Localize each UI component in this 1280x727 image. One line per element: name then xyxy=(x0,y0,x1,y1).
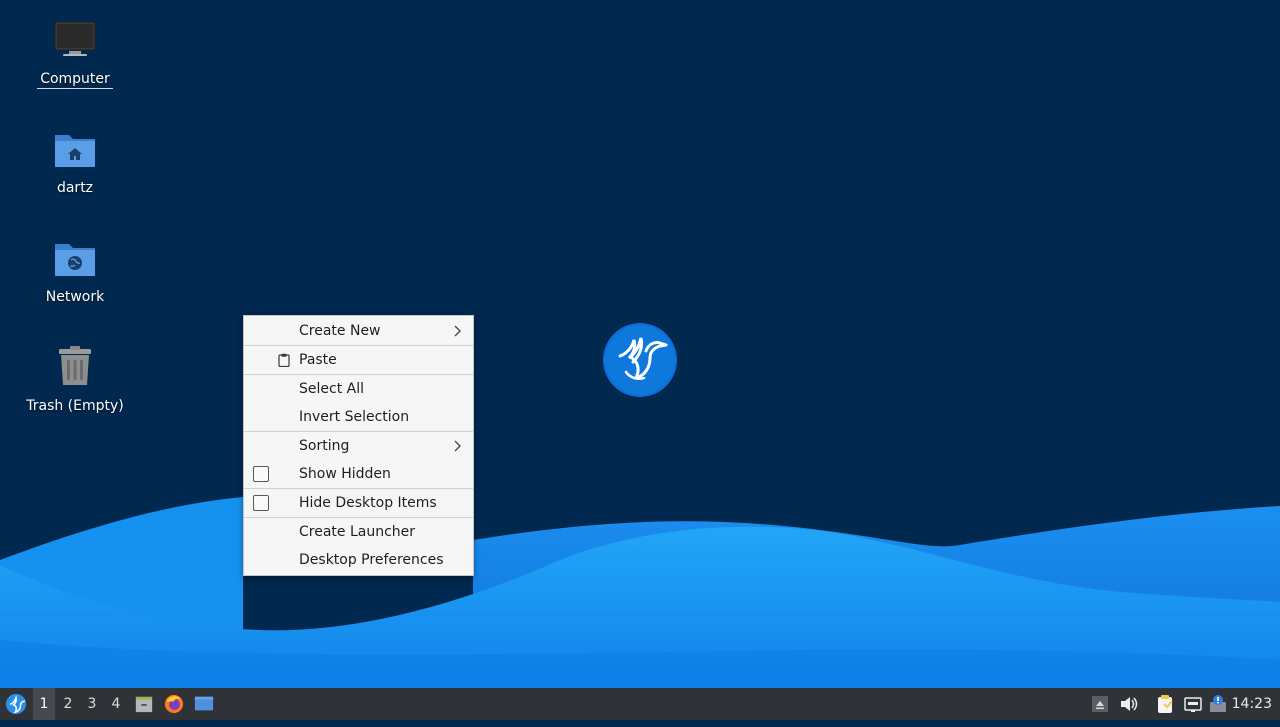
workspace-2-button[interactable]: 2 xyxy=(57,688,79,720)
menu-item-show-hidden[interactable]: Show Hidden xyxy=(244,460,473,488)
workspace-4-button[interactable]: 4 xyxy=(105,688,127,720)
clipboard-icon xyxy=(278,353,290,367)
start-menu-icon xyxy=(5,693,27,715)
taskbar: 1 2 3 4 14:23 xyxy=(0,688,1280,720)
home-folder-icon xyxy=(55,135,95,167)
menu-item-desktop-preferences[interactable]: Desktop Preferences xyxy=(244,546,473,574)
workspace-label: 4 xyxy=(111,696,121,712)
workspace-label: 1 xyxy=(39,696,49,712)
menu-item-label: Create Launcher xyxy=(299,524,416,540)
computer-icon xyxy=(54,21,96,56)
workspace-3-button[interactable]: 3 xyxy=(81,688,103,720)
network-folder-icon xyxy=(55,244,95,276)
hide-desktop-items-checkbox[interactable] xyxy=(253,495,269,511)
menu-item-label: Paste xyxy=(299,352,337,368)
chevron-right-icon xyxy=(454,325,461,337)
trash-icon xyxy=(59,346,91,385)
menu-item-label: Sorting xyxy=(299,438,350,454)
desktop-icon-label: Computer xyxy=(37,70,113,89)
file-manager-icon xyxy=(135,696,153,713)
menu-item-label: Create New xyxy=(299,323,381,339)
menu-item-label: Select All xyxy=(299,381,364,397)
clock[interactable]: 14:23 xyxy=(1232,688,1272,720)
desktop-icon-computer[interactable]: Computer xyxy=(15,18,135,89)
menu-item-hide-desktop-items[interactable]: Hide Desktop Items xyxy=(244,489,473,517)
menu-item-label: Desktop Preferences xyxy=(299,552,444,568)
menu-item-invert-selection[interactable]: Invert Selection xyxy=(244,403,473,431)
menu-item-select-all[interactable]: Select All xyxy=(244,375,473,403)
menu-item-create-launcher[interactable]: Create Launcher xyxy=(244,518,473,546)
tray-expand-icon[interactable] xyxy=(1090,694,1110,714)
workspace-label: 2 xyxy=(63,696,73,712)
show-hidden-checkbox[interactable] xyxy=(253,466,269,482)
firefox-launcher[interactable] xyxy=(162,688,186,720)
desktop-icon-home[interactable]: dartz xyxy=(15,127,135,197)
menu-item-label: Hide Desktop Items xyxy=(299,495,437,511)
firefox-icon xyxy=(164,694,184,714)
desktop-context-menu: Create New Paste Select All Invert Selec… xyxy=(243,315,474,576)
desktop[interactable]: Computer dartz Network Trash (Empty) Cre… xyxy=(0,0,1280,688)
menu-item-label: Show Hidden xyxy=(299,466,391,482)
show-desktop-button[interactable] xyxy=(192,688,216,720)
workspace-label: 3 xyxy=(87,696,97,712)
hummingbird-logo-icon xyxy=(603,323,677,397)
network-icon[interactable] xyxy=(1183,694,1203,714)
menu-item-sorting[interactable]: Sorting xyxy=(244,432,473,460)
start-menu-button[interactable] xyxy=(2,688,30,720)
volume-icon[interactable] xyxy=(1118,694,1138,714)
menu-item-label: Invert Selection xyxy=(299,409,410,425)
menu-item-create-new[interactable]: Create New xyxy=(244,317,473,345)
workspace-1-button[interactable]: 1 xyxy=(33,688,55,720)
menu-item-paste[interactable]: Paste xyxy=(244,346,473,374)
update-notifier-icon[interactable] xyxy=(1208,694,1228,714)
file-manager-launcher[interactable] xyxy=(132,688,156,720)
desktop-icon-label: Network xyxy=(45,289,105,305)
desktop-icon-label: dartz xyxy=(56,180,94,196)
desktop-icon-trash[interactable]: Trash (Empty) xyxy=(15,345,135,415)
chevron-right-icon xyxy=(454,440,461,452)
desktop-icon-label: Trash (Empty) xyxy=(26,398,124,414)
desktop-icon-network[interactable]: Network xyxy=(15,236,135,306)
show-desktop-icon xyxy=(194,696,214,711)
clipboard-manager-icon[interactable] xyxy=(1155,694,1175,714)
